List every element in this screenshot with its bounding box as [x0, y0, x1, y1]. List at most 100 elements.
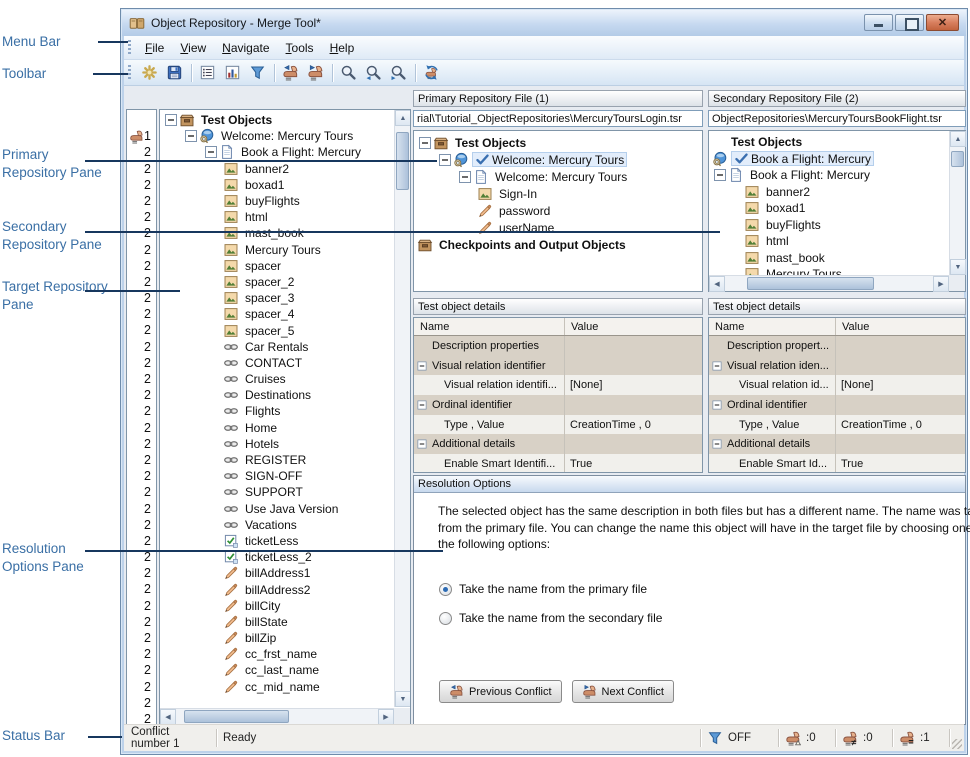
tree-item[interactable]: billAddress2	[161, 581, 393, 597]
tree-item[interactable]: boxad1	[710, 200, 949, 217]
tree-item[interactable]: Checkpoints and Output Objects	[415, 236, 685, 253]
tree-item[interactable]: Book a Flight: Mercury	[710, 151, 949, 168]
title-bar[interactable]: Object Repository - Merge Tool*	[122, 10, 966, 36]
save-button[interactable]	[163, 62, 186, 84]
tree-item[interactable]: cc_mid_name	[161, 679, 393, 695]
scroll-thumb[interactable]	[951, 151, 964, 167]
scroll-right-arrow[interactable]: ▶	[378, 709, 394, 725]
tree-item[interactable]: banner2	[710, 184, 949, 201]
details-row[interactable]: Ordinal identifier	[414, 395, 702, 415]
expander-icon[interactable]	[437, 152, 453, 168]
tree-item[interactable]: spacer_2	[161, 274, 393, 290]
scroll-left-arrow[interactable]: ◀	[709, 276, 725, 292]
tree-item[interactable]: password	[415, 202, 685, 219]
close-button[interactable]	[926, 14, 959, 31]
scroll-up-arrow[interactable]: ▲	[950, 131, 966, 147]
tree-item[interactable]: mast_book	[161, 225, 393, 241]
tree-item[interactable]: userName	[415, 219, 685, 236]
expander-icon[interactable]	[416, 360, 428, 372]
tree-item[interactable]: Home	[161, 420, 393, 436]
take-name-secondary-radio[interactable]: Take the name from the secondary file	[439, 611, 662, 625]
filter-button[interactable]	[246, 62, 269, 84]
tree-item[interactable]: Sign-In	[415, 185, 685, 202]
tree-item[interactable]: Book a Flight: Mercury	[161, 144, 393, 160]
menu-help[interactable]: Help	[322, 38, 363, 58]
statistics-button[interactable]	[221, 62, 244, 84]
minimize-button[interactable]	[864, 14, 893, 31]
expander-icon[interactable]	[163, 112, 179, 128]
tree-item[interactable]: cc_frst_name	[161, 646, 393, 662]
details-column-headers[interactable]: Name Value	[709, 318, 965, 336]
details-row[interactable]: Visual relation iden...	[709, 356, 965, 376]
scroll-up-arrow[interactable]: ▲	[395, 110, 411, 126]
tree-item[interactable]: Welcome: Mercury Tours	[415, 151, 685, 168]
menu-bar-grip[interactable]	[128, 40, 131, 56]
menu-view[interactable]: View	[172, 38, 214, 58]
tree-item[interactable]: Test Objects	[415, 134, 685, 151]
tree-item[interactable]: boxad1	[161, 177, 393, 193]
tree-item[interactable]: Welcome: Mercury Tours	[415, 168, 685, 185]
tree-item[interactable]: Book a Flight: Mercury	[710, 167, 949, 184]
tree-item[interactable]: mast_book	[710, 250, 949, 267]
expander-icon[interactable]	[417, 135, 433, 151]
details-row[interactable]: Description propert...	[709, 336, 965, 356]
expander-icon[interactable]	[416, 399, 428, 411]
take-name-primary-radio[interactable]: Take the name from the primary file	[439, 582, 662, 596]
synchronize-button[interactable]	[420, 62, 443, 84]
tree-item[interactable]: Test Objects	[710, 134, 949, 151]
tree-item[interactable]: Cruises	[161, 371, 393, 387]
tree-item[interactable]: Vacations	[161, 517, 393, 533]
tree-item[interactable]: SIGN-OFF	[161, 468, 393, 484]
details-row[interactable]: Type , Value CreationTime , 0	[414, 415, 702, 435]
primary-repository-path-field[interactable]: rial\Tutorial_ObjectRepositories\Mercury…	[413, 110, 703, 127]
expander-icon[interactable]	[183, 128, 199, 144]
tree-item[interactable]: html	[710, 233, 949, 250]
tree-item[interactable]: spacer	[161, 258, 393, 274]
tree-item[interactable]: spacer_4	[161, 306, 393, 322]
details-row[interactable]: Visual relation identifi... [None]	[414, 375, 702, 395]
tree-item[interactable]: Use Java Version	[161, 501, 393, 517]
expander-icon[interactable]	[711, 438, 723, 450]
maximize-button[interactable]	[895, 14, 924, 31]
expander-icon[interactable]	[203, 144, 219, 160]
tree-item[interactable]: billAddress1	[161, 565, 393, 581]
find-button[interactable]	[337, 62, 360, 84]
find-next-button[interactable]	[387, 62, 410, 84]
scroll-thumb[interactable]	[747, 277, 874, 290]
menu-navigate[interactable]: Navigate	[214, 38, 277, 58]
resize-grip[interactable]	[949, 725, 964, 751]
tree-item[interactable]: cc_last_name	[161, 662, 393, 678]
tree-item[interactable]: CONTACT	[161, 355, 393, 371]
details-row[interactable]: Visual relation id... [None]	[709, 375, 965, 395]
tree-item[interactable]: spacer_3	[161, 290, 393, 306]
tree-item[interactable]: Mercury Tours	[161, 242, 393, 258]
toolbar-grip[interactable]	[128, 65, 131, 81]
tree-item[interactable]: billCity	[161, 598, 393, 614]
tree-item[interactable]: html	[161, 209, 393, 225]
expander-icon[interactable]	[457, 169, 473, 185]
tree-item[interactable]: Flights	[161, 403, 393, 419]
find-previous-button[interactable]	[362, 62, 385, 84]
tree-item[interactable]: Destinations	[161, 387, 393, 403]
scroll-down-arrow[interactable]: ▼	[395, 691, 411, 707]
tree-item[interactable]: billZip	[161, 630, 393, 646]
details-row[interactable]: Enable Smart Id... True	[709, 454, 965, 473]
previous-conflict-button[interactable]: Previous Conflict	[439, 680, 562, 703]
expander-icon[interactable]	[712, 167, 728, 183]
tree-item[interactable]: Test Objects	[161, 112, 393, 128]
object-details-button[interactable]	[196, 62, 219, 84]
vertical-scrollbar[interactable]: ▲ ▼	[949, 131, 965, 275]
radio-icon[interactable]	[439, 583, 452, 596]
expander-icon[interactable]	[711, 399, 723, 411]
tree-item[interactable]: spacer_5	[161, 322, 393, 338]
scroll-left-arrow[interactable]: ◀	[160, 709, 176, 725]
details-row[interactable]: Ordinal identifier	[709, 395, 965, 415]
menu-file[interactable]: File	[137, 38, 172, 58]
details-row[interactable]: Additional details	[709, 434, 965, 454]
scroll-thumb[interactable]	[184, 710, 289, 723]
details-row[interactable]: Type , Value CreationTime , 0	[709, 415, 965, 435]
scroll-right-arrow[interactable]: ▶	[933, 276, 949, 292]
tree-item[interactable]: ticketLess	[161, 533, 393, 549]
expander-icon[interactable]	[416, 438, 428, 450]
secondary-repository-path-field[interactable]: ObjectRepositories\MercuryToursBookFligh…	[708, 110, 966, 127]
